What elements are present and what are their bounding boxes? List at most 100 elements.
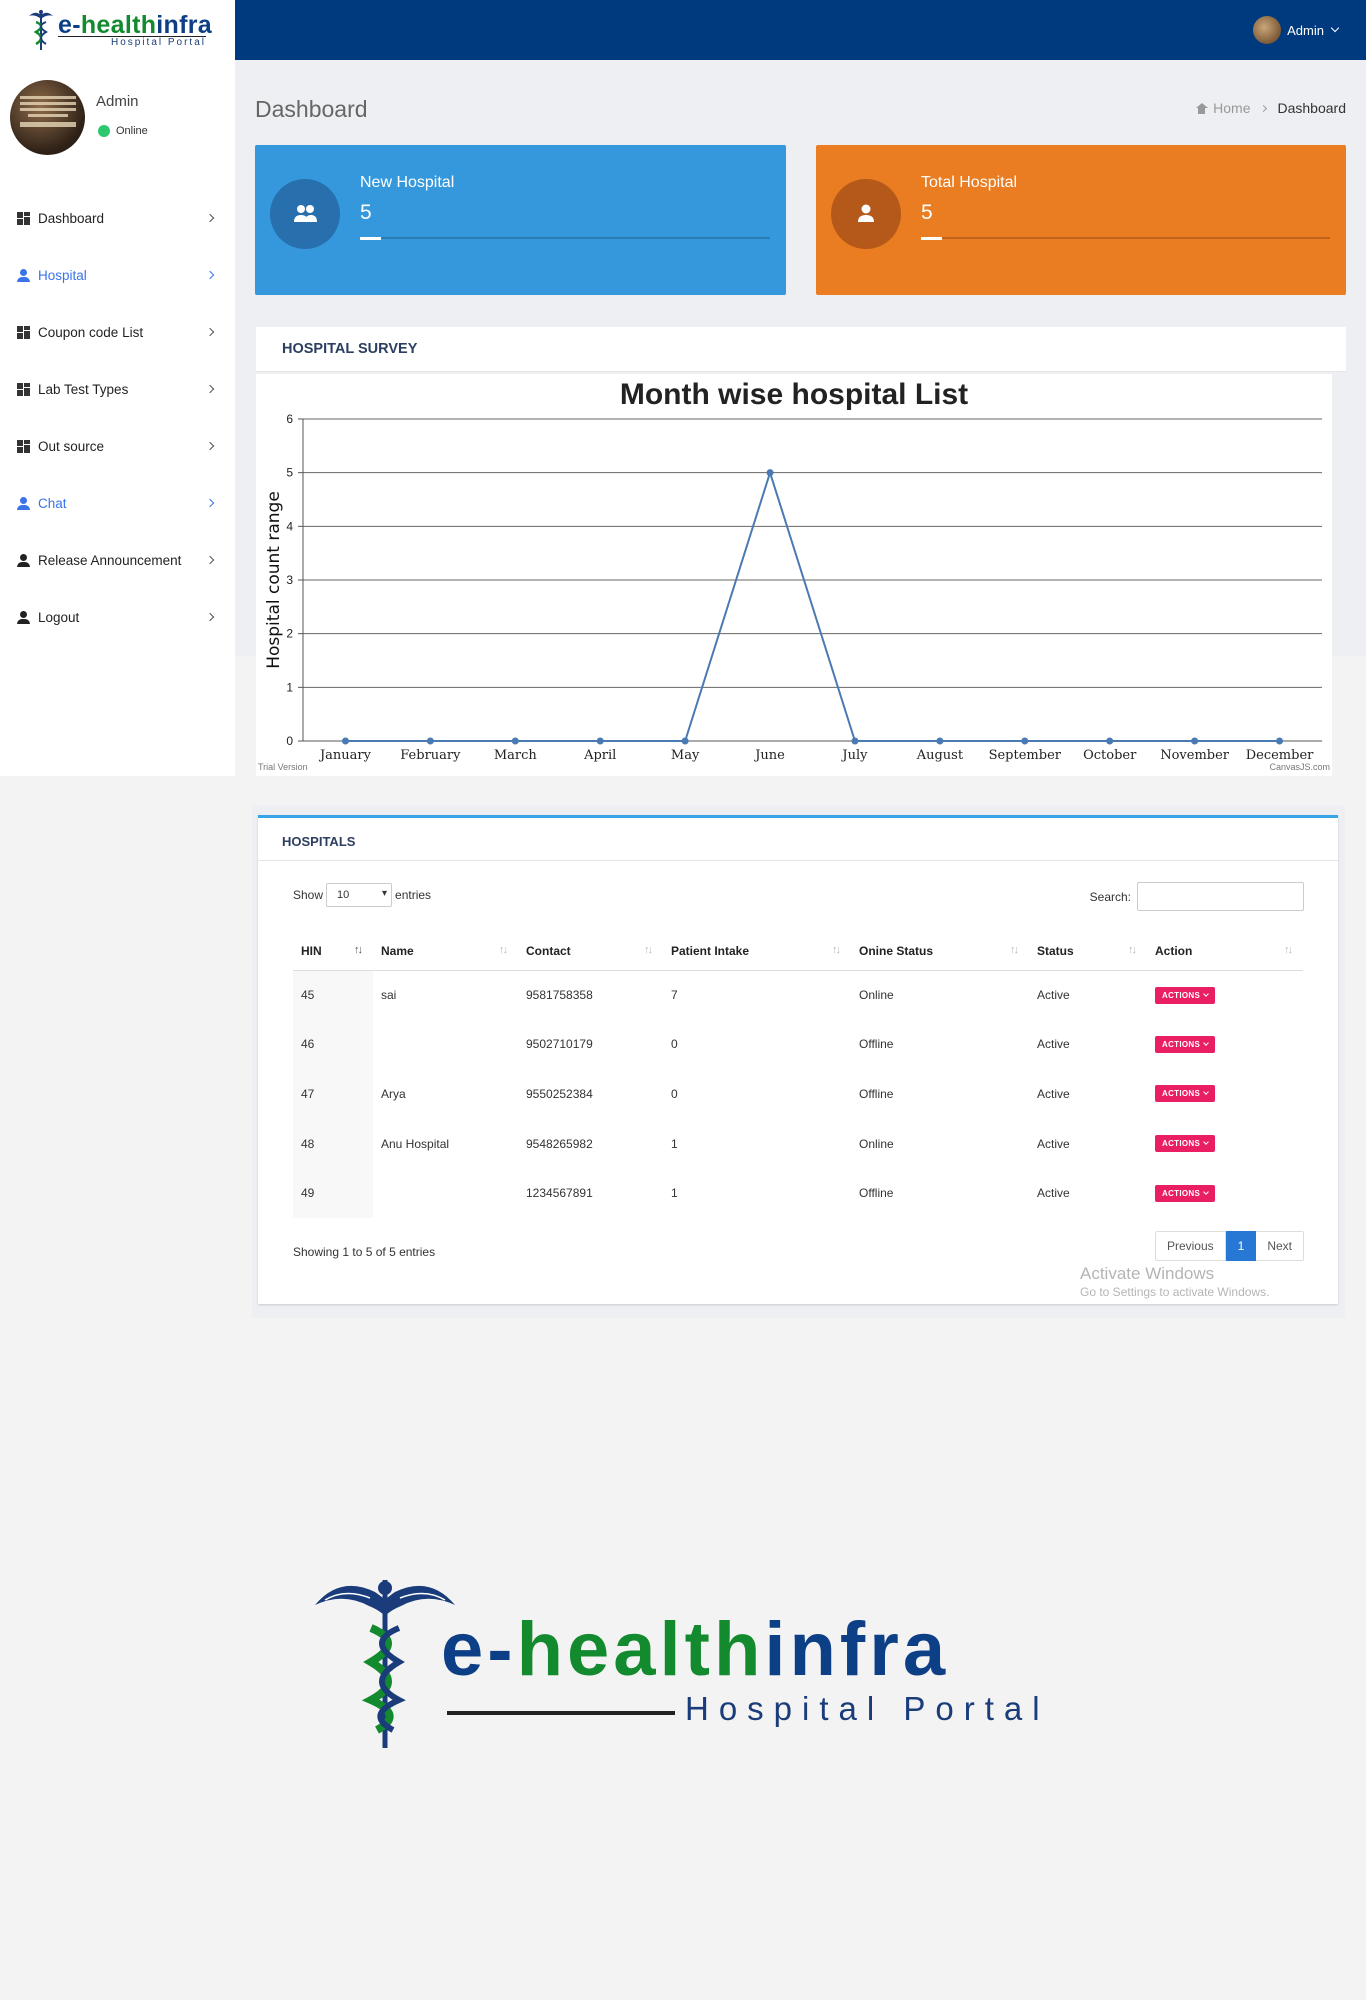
chevron-down-icon [1203,990,1209,997]
previous-button[interactable]: Previous [1154,1231,1226,1261]
total-hospital-card: Total Hospital 5 [816,145,1346,295]
y-tick-label: 5 [286,466,293,480]
chart-credit-label: CanvasJS.com [1269,762,1330,772]
chevron-right-icon [205,213,215,223]
sidebar-item-logout[interactable]: Logout [0,589,235,646]
sort-icon: ↑↓ [499,944,508,956]
grid-icon [17,383,30,396]
column-header-status[interactable]: Status ↑↓ [1029,932,1147,971]
avatar [1253,16,1282,44]
hospitals-card: HOSPITALS Show 10 entries Search: HIN↑↓ … [258,815,1338,1304]
x-tick-label: April [583,748,616,763]
caduceus-icon [315,1580,455,1748]
cell-intake: 1 [671,1186,678,1201]
x-tick-label: July [840,748,868,763]
sidebar-item-label: Hospital [38,268,87,283]
sidebar-item-dashboard[interactable]: Dashboard [0,190,235,247]
data-point [1021,737,1029,745]
sidebar-item-coupon-code-list[interactable]: Coupon code List [0,304,235,361]
cell-status: Active [1037,1086,1070,1101]
sidebar-item-label: Release Announcement [38,553,182,568]
person-icon [17,554,30,567]
sort-asc-icon: ↑↓ [354,944,363,956]
person-icon [831,179,901,249]
page-1-button[interactable]: 1 [1225,1231,1257,1261]
data-point [511,737,519,745]
x-tick-label: June [753,748,785,763]
grid-icon [17,440,30,453]
chevron-down-icon [1203,1139,1209,1145]
sidebar-item-chat[interactable]: Chat [0,475,235,532]
brand-logo[interactable]: e-healthinfra Hospital Portal [0,0,235,60]
column-label: Name [381,943,414,958]
watermark-line2: Go to Settings to activate Windows. [1080,1285,1270,1299]
actions-button[interactable]: ACTIONS [1155,1135,1216,1153]
chart-title: Month wise hospital List [620,378,968,411]
page-size-value: 10 [337,889,350,901]
search-input[interactable] [1137,882,1304,911]
user-menu[interactable]: Admin [1253,16,1340,44]
column-header-patient-intake[interactable]: Patient Intake ↑↓ [663,932,851,971]
column-label: HIN [301,943,322,958]
caduceus-icon [29,10,53,50]
column-header-name[interactable]: Name ↑↓ [373,932,518,971]
sort-icon: ↑↓ [832,944,841,956]
column-header-action[interactable]: Action ↑↓ [1147,932,1303,971]
sidebar-item-lab-test-types[interactable]: Lab Test Types [0,361,235,418]
actions-label: ACTIONS [1162,1188,1201,1198]
cell-status: Active [1037,1186,1070,1201]
chart-panel: Month wise hospital List 0 1 2 3 4 5 6 Hospital … [256,374,1332,776]
new-hospital-card: New Hospital 5 [255,145,786,295]
table-header-row: HIN ↑↓ Name ↑↓ Contact ↑↓ Patient Intake ↑↓ … [293,932,1303,971]
grid-icon [17,326,30,339]
cell-action: ACTIONS [1147,1119,1303,1169]
new-hospital-label: New Hospital [360,174,455,191]
chevron-right-icon [205,327,215,337]
cell-intake: 7 [671,988,678,1003]
person-icon [17,497,30,510]
person-icon [17,269,30,282]
sidebar-item-release-announcement[interactable]: Release Announcement [0,532,235,589]
cell-status: Active [1037,988,1070,1003]
breadcrumb-home[interactable]: Home [1195,100,1251,116]
next-button[interactable]: Next [1256,1231,1304,1261]
cell-name: sai [381,988,397,1003]
user-name: Admin [1287,22,1324,38]
column-label: Patient Intake [671,943,750,958]
data-point [1191,737,1199,745]
trial-version-label: Trial Version [258,762,308,772]
sidebar-item-hospital[interactable]: Hospital [0,247,235,304]
chevron-right-icon [205,270,215,280]
breadcrumb-current: Dashboard [1277,100,1347,116]
data-point [1106,737,1114,745]
divider [258,860,1338,861]
group-icon [270,179,340,249]
brand-name: e-healthinfra [58,12,212,38]
footer-brand-prefix: e- [441,1607,517,1692]
data-point [596,737,604,745]
column-header-hin[interactable]: HIN ↑↓ [293,932,373,971]
cell-hin: 48 [293,1118,373,1169]
sidebar-item-out-source[interactable]: Out source [0,418,235,475]
person-icon [17,611,30,624]
cell-hin: 46 [293,1019,373,1070]
footer-brand-infra: infra [764,1607,950,1692]
page-size-select[interactable]: 10 [326,883,393,907]
x-tick-label: September [989,748,1062,763]
y-tick-label: 0 [286,734,293,748]
column-label: Action [1155,943,1193,958]
chevron-right-icon [205,612,215,622]
actions-button[interactable]: ACTIONS [1155,1035,1216,1053]
column-header-online-status[interactable]: Onine Status ↑↓ [851,932,1029,971]
column-label: Onine Status [859,943,934,958]
cell-contact: 9548265982 [526,1136,593,1151]
hospital-survey-heading: HOSPITAL SURVEY [256,327,1346,372]
new-hospital-value: 5 [360,201,372,224]
chevron-down-icon [1203,1089,1209,1096]
actions-button[interactable]: ACTIONS [1155,1184,1216,1202]
cell-name [373,1168,518,1218]
cell-name [373,1020,518,1070]
actions-button[interactable]: ACTIONS [1155,1085,1216,1103]
actions-button[interactable]: ACTIONS [1155,986,1216,1004]
column-header-contact[interactable]: Contact ↑↓ [518,932,663,971]
